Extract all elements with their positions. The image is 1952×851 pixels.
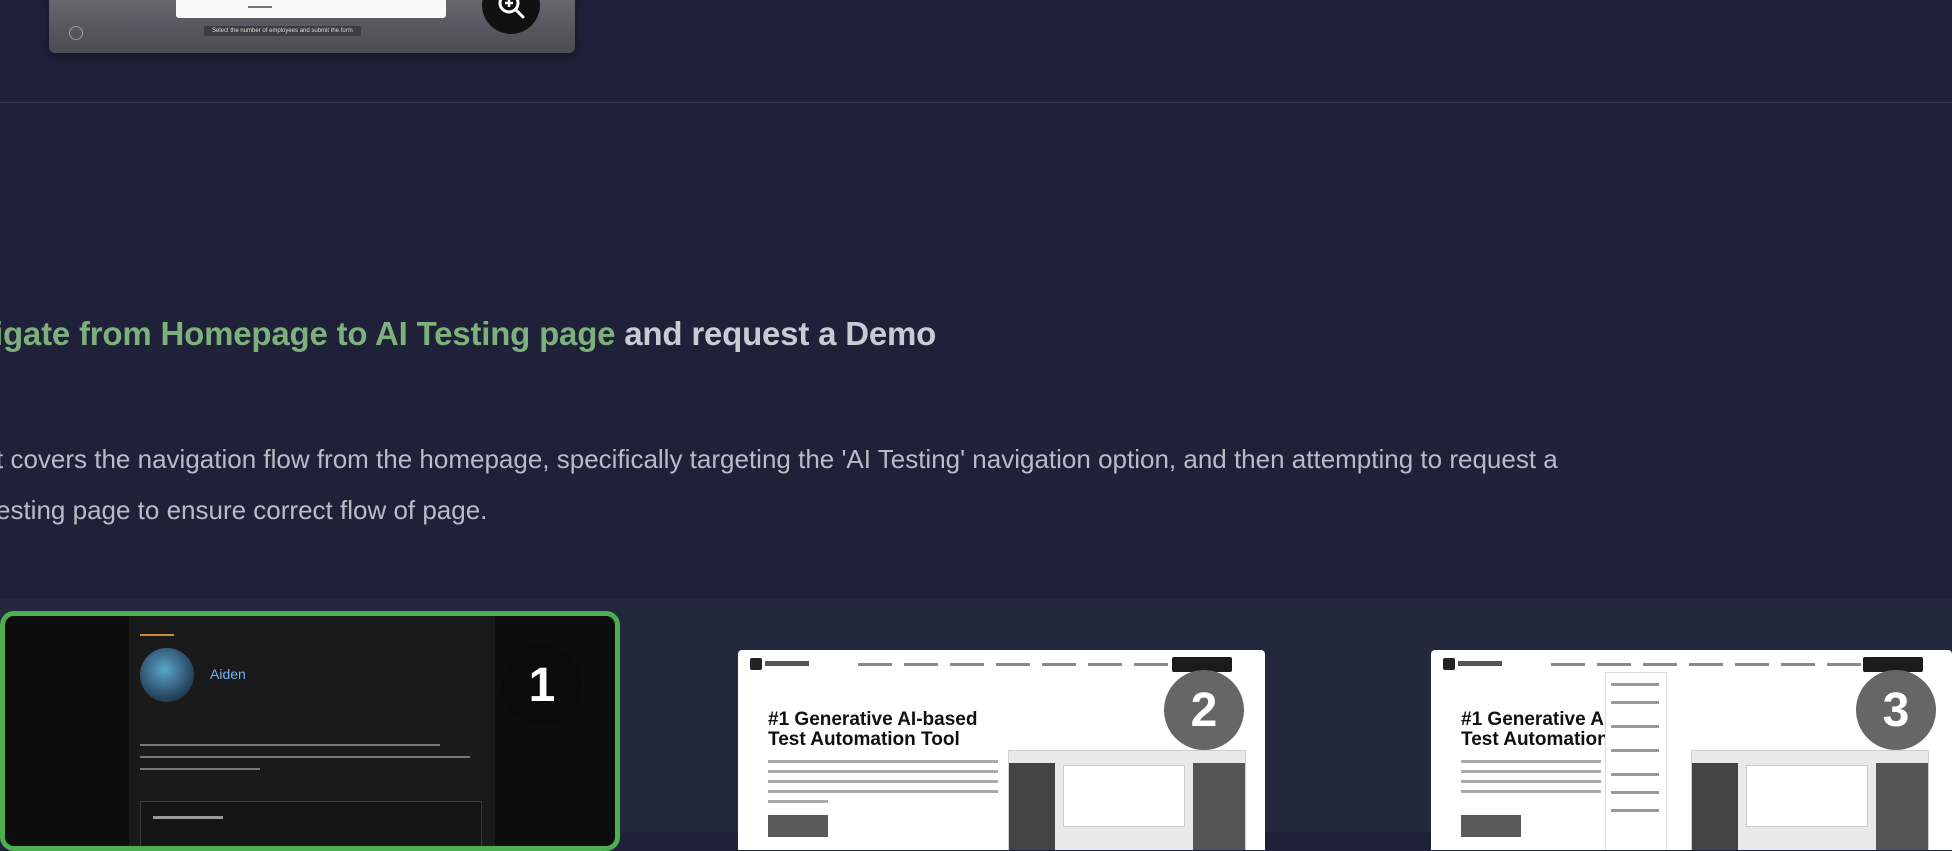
zoom-in-icon [498,0,525,19]
test-case-title: igate from Homepage to AI Testing page a… [0,315,936,353]
hero-line-2: Test Automation [1461,729,1609,750]
user-name: Aiden [210,666,246,682]
test-case-description: t covers the navigation flow from the ho… [0,434,1952,536]
hero-heading: #1 Generative AI-based Test Automation T… [768,710,977,750]
url-input [140,801,482,846]
testrigor-logo [750,658,810,670]
app-preview [1008,750,1246,850]
description-line-1: t covers the navigation flow from the ho… [0,444,1558,474]
app-preview [1691,750,1929,850]
info-icon [69,26,83,40]
screenshot-preview [176,0,446,18]
step-number-2: 2 [1164,670,1244,750]
chat-panel: Aiden [129,616,495,846]
testrigor-logo [1443,658,1503,670]
test-case-title-highlight: igate from Homepage to AI Testing page [0,315,616,352]
description-line-2: esting page to ensure correct flow of pa… [0,495,488,525]
ai-testing-dropdown [1605,672,1667,850]
hero-line-1: #1 Generative AI-based [768,709,978,730]
hero-line-1: #1 Generative A [1461,709,1604,730]
screenshot-caption: Select the number of employees and submi… [204,26,361,36]
test-case-title-rest: and request a Demo [615,315,937,352]
step-number-1: 1 [502,645,582,725]
hero-line-2: Test Automation Tool [768,729,960,750]
section-divider [0,102,1952,103]
user-avatar [140,648,194,702]
step-number-3: 3 [1856,670,1936,750]
hero-heading: #1 Generative A Test Automation [1461,710,1609,750]
